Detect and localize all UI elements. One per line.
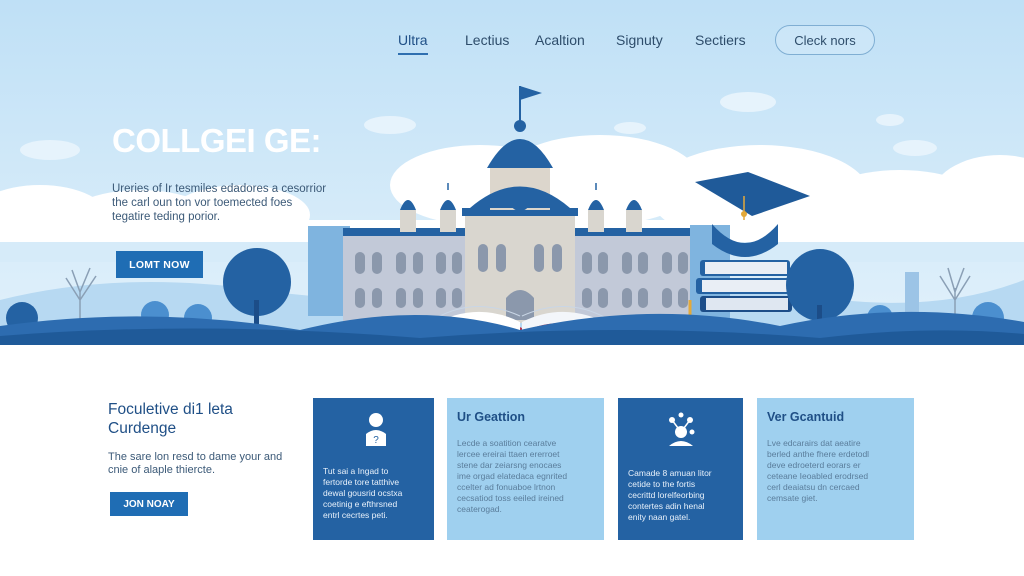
hero-description-line: Ureries of Ir tesmiles edadores a cesorr… xyxy=(112,183,327,195)
card-body-line: contertes adin henal xyxy=(628,501,705,511)
hero-banner: Ultra Lectius Acaltion Signuty Sectiers … xyxy=(0,0,1024,345)
card-title: Ur Geattion xyxy=(457,410,526,424)
top-nav: Ultra Lectius Acaltion Signuty Sectiers … xyxy=(0,24,1024,56)
card-body-line: Lecde a soatition cearatve xyxy=(457,438,557,448)
nav-link-sectiers[interactable]: Sectiers xyxy=(695,32,746,48)
card-body-line: dewal gousrid ocstxa xyxy=(323,488,403,498)
card-title: Ver Gcantuid xyxy=(767,410,845,424)
feature-card-4[interactable]: Ver Gcantuid Lve edcarairs dat aeatire b… xyxy=(757,398,914,540)
svg-text:?: ? xyxy=(373,435,379,446)
card-body: Camade 8 amuan litor cetide to the forti… xyxy=(628,468,740,523)
card-body: Lecde a soatition cearatve lercee ereira… xyxy=(457,438,607,515)
card-body: Lve edcarairs dat aeatire berled anthe f… xyxy=(767,438,917,504)
hero-description-line: the carl oun ton vor toemected foes xyxy=(112,197,293,209)
card-body-line: stene dar zeiarsng enocaes xyxy=(457,460,562,470)
section-description-line: The sare lon resd to dame your and xyxy=(108,451,283,463)
section-description-line: cnie of alaple thiercte. xyxy=(108,464,216,476)
feature-card-2[interactable]: Ur Geattion Lecde a soatition cearatve l… xyxy=(447,398,604,540)
card-body-line: ceaterogad. xyxy=(457,504,502,514)
card-body-line: cemsate giet. xyxy=(767,493,818,503)
hero-title: COLLGEI GE: xyxy=(112,122,322,159)
nav-link-acaltion[interactable]: Acaltion xyxy=(535,32,585,48)
hero-description: Ureries of Ir tesmiles edadores a cesorr… xyxy=(112,182,362,224)
person-icon: ? xyxy=(366,413,386,446)
nav-cta-button[interactable]: Cleck nors xyxy=(775,25,875,55)
card-body-line: cecrittd lorelfeorbing xyxy=(628,490,705,500)
card-body-line: Tut sai a Ingad to xyxy=(323,466,389,476)
hero-description-line: tegatire teding porior. xyxy=(112,211,221,223)
card-body-line: deve edroeterd eorars er xyxy=(767,460,861,470)
card-body-line: entrl cecrtes peti. xyxy=(323,510,388,520)
section-title-line: Foculetive di1 leta xyxy=(108,401,233,418)
section-title-line: Curdenge xyxy=(108,420,177,437)
section-description: The sare lon resd to dame your and cnie … xyxy=(108,451,308,477)
section-title: Foculetive di1 leta Curdenge xyxy=(108,400,233,438)
card-body-line: berled anthe fhere erdetodl xyxy=(767,449,870,459)
card-body-line: cerl deaiatsu dn cercaed xyxy=(767,482,860,492)
feature-card-1[interactable]: ? Tut sai a Ingad to fertorde tore tatth… xyxy=(313,398,434,540)
nav-link-lectius[interactable]: Lectius xyxy=(465,32,509,48)
card-body-line: lercee ereirai ttaen ererroet xyxy=(457,449,560,459)
card-body-line: ceteane Ieoabled erodrsed xyxy=(767,471,869,481)
card-body-line: cetide to the fortis xyxy=(628,479,696,489)
card-body-line: Lve edcarairs dat aeatire xyxy=(767,438,861,448)
card-body: Tut sai a Ingad to fertorde tore tatthiv… xyxy=(323,466,433,521)
atom-icon xyxy=(669,412,695,446)
card-body-line: Camade 8 amuan litor xyxy=(628,468,712,478)
join-now-button[interactable]: JON NOAY xyxy=(110,492,188,516)
card-body-line: ime orgad elatedaca egnrited xyxy=(457,471,568,481)
feature-card-3[interactable]: Camade 8 amuan litor cetide to the forti… xyxy=(618,398,743,540)
card-body-line: coetinig e efthrsned xyxy=(323,499,398,509)
card-body-line: ccelter ad fonuaboe lrtnon xyxy=(457,482,556,492)
card-body-line: fertorde tore tatthive xyxy=(323,477,400,487)
card-body-line: cecsatiod toss eeiled ireined xyxy=(457,493,564,503)
card-body-line: enity naan gatel. xyxy=(628,512,691,522)
hero-cta-button[interactable]: LOMT NOW xyxy=(116,251,203,278)
nav-link-signuty[interactable]: Signuty xyxy=(616,32,663,48)
nav-link-ultra[interactable]: Ultra xyxy=(398,32,428,55)
